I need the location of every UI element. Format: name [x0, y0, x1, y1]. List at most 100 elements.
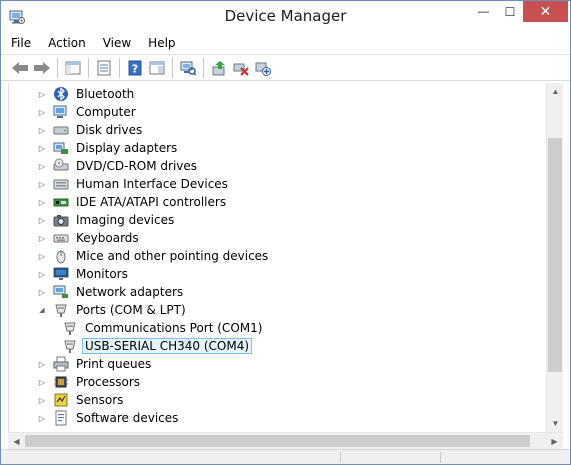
- tree-child-item[interactable]: USB-SERIAL CH340 (COM4): [56, 337, 253, 355]
- tree-category-item[interactable]: ◢ Ports (COM & LPT): [37, 301, 189, 319]
- tree-item-label: Network adapters: [76, 285, 184, 299]
- horizontal-scrollbar[interactable]: ◀ ▶: [8, 432, 563, 449]
- collapsed-arrow-icon[interactable]: ▷: [37, 85, 47, 103]
- display-adapter-icon: [53, 140, 69, 156]
- port-icon: [53, 302, 69, 318]
- scroll-left-icon[interactable]: ◀: [8, 433, 25, 450]
- scan-hardware-button[interactable]: [177, 57, 199, 79]
- menu-view[interactable]: View: [93, 36, 138, 50]
- bluetooth-icon: [53, 86, 69, 102]
- monitor-icon: [53, 266, 69, 282]
- tree-child-item[interactable]: Communications Port (COM1): [56, 319, 265, 337]
- update-driver-button[interactable]: [208, 57, 230, 79]
- show-hidden-icon: [149, 61, 165, 74]
- tree-category-item[interactable]: ▷ Software devices: [37, 409, 181, 427]
- tree-category-item[interactable]: ▷ Human Interface Devices: [37, 175, 231, 193]
- vertical-scrollbar[interactable]: ▲ ▼: [546, 83, 563, 432]
- collapsed-arrow-icon[interactable]: ▷: [37, 193, 47, 211]
- tree-item-label: Disk drives: [76, 123, 143, 137]
- collapsed-arrow-icon[interactable]: ▷: [37, 157, 47, 175]
- port-icon: [62, 320, 78, 336]
- tree-category-item[interactable]: ▷ Processors: [37, 373, 143, 391]
- collapsed-arrow-icon[interactable]: ▷: [37, 373, 47, 391]
- disk-drive-icon: [53, 122, 69, 138]
- sensor-icon: [53, 392, 69, 408]
- horizontal-scroll-thumb[interactable]: [25, 435, 530, 447]
- properties-sheet-icon: [65, 61, 81, 74]
- add-hardware-icon: [255, 62, 271, 76]
- menu-help[interactable]: Help: [138, 36, 182, 50]
- back-arrow-icon: [12, 61, 28, 74]
- help-button[interactable]: ?: [124, 57, 146, 79]
- add-hardware-button[interactable]: [252, 57, 274, 79]
- title-bar[interactable]: Device Manager — ☐ ✕: [1, 1, 570, 32]
- collapsed-arrow-icon[interactable]: ▷: [37, 103, 47, 121]
- tree-category-item[interactable]: ▷ Bluetooth: [37, 85, 137, 103]
- show-hidden-button[interactable]: [146, 57, 168, 79]
- scroll-right-icon[interactable]: ▶: [546, 433, 563, 450]
- back-button[interactable]: [9, 57, 31, 79]
- tree-item-label: Bluetooth: [76, 87, 135, 101]
- console-tree-button[interactable]: [62, 57, 84, 79]
- scroll-up-icon[interactable]: ▲: [547, 83, 564, 100]
- help-icon: ?: [128, 60, 142, 75]
- processor-icon: [53, 374, 69, 390]
- tree-category-item[interactable]: ▷ Monitors: [37, 265, 131, 283]
- tree-item-label: Communications Port (COM1): [85, 321, 263, 335]
- collapsed-arrow-icon[interactable]: ▷: [37, 121, 47, 139]
- tree-category-item[interactable]: ▷ Sensors: [37, 391, 126, 409]
- close-icon: ✕: [539, 3, 552, 19]
- tree-item-label: IDE ATA/ATAPI controllers: [76, 195, 227, 209]
- menu-action[interactable]: Action: [38, 36, 93, 50]
- collapsed-arrow-icon[interactable]: ▷: [37, 175, 47, 193]
- close-button[interactable]: ✕: [523, 1, 568, 22]
- scroll-down-icon[interactable]: ▼: [547, 415, 564, 432]
- collapsed-arrow-icon[interactable]: ▷: [37, 283, 47, 301]
- properties-button[interactable]: [93, 57, 115, 79]
- tree-category-item[interactable]: ▷ Computer: [37, 103, 139, 121]
- collapsed-arrow-icon[interactable]: ▷: [37, 247, 47, 265]
- toolbar-separator: [119, 57, 120, 78]
- status-segment: [1, 452, 341, 463]
- list-view-icon: [97, 60, 111, 75]
- tree-category-item[interactable]: ▷ Display adapters: [37, 139, 180, 157]
- collapsed-arrow-icon[interactable]: ▷: [37, 355, 47, 373]
- computer-icon: [53, 104, 69, 120]
- toolbar-separator: [203, 57, 204, 78]
- menu-file[interactable]: File: [1, 36, 38, 50]
- collapsed-arrow-icon[interactable]: ▷: [37, 391, 47, 409]
- collapsed-arrow-icon[interactable]: ▷: [37, 139, 47, 157]
- tree-item-label: Ports (COM & LPT): [76, 303, 186, 317]
- toolbar-separator: [57, 57, 58, 78]
- tree-item-label: Software devices: [76, 411, 179, 425]
- collapsed-arrow-icon[interactable]: ▷: [37, 265, 47, 283]
- device-tree[interactable]: ▷ Bluetooth ▷ Computer ▷ Disk drives ▷ Display …: [8, 83, 547, 432]
- tree-item-label: USB-SERIAL CH340 (COM4): [82, 338, 253, 354]
- tree-category-item[interactable]: ▷ Print queues: [37, 355, 154, 373]
- collapsed-arrow-icon[interactable]: ▷: [37, 229, 47, 247]
- toolbar-separator: [172, 57, 173, 78]
- tree-category-item[interactable]: ▷ Imaging devices: [37, 211, 177, 229]
- tree-category-item[interactable]: ▷ Network adapters: [37, 283, 186, 301]
- tree-category-item[interactable]: ▷ Disk drives: [37, 121, 145, 139]
- printer-icon: [53, 356, 69, 372]
- status-bar: [1, 449, 570, 464]
- software-device-icon: [53, 410, 69, 426]
- forward-button[interactable]: [31, 57, 53, 79]
- tree-item-label: Sensors: [76, 393, 124, 407]
- tree-category-item[interactable]: ▷ DVD/CD-ROM drives: [37, 157, 200, 175]
- minimize-button[interactable]: —: [470, 1, 497, 22]
- update-driver-icon: [212, 60, 225, 75]
- collapsed-arrow-icon[interactable]: ▷: [37, 211, 47, 229]
- tree-item-label: Keyboards: [76, 231, 139, 245]
- device-manager-window: Device Manager — ☐ ✕ File Action View He…: [0, 0, 571, 465]
- tree-item-label: Print queues: [76, 357, 152, 371]
- tree-category-item[interactable]: ▷ Keyboards: [37, 229, 142, 247]
- uninstall-device-button[interactable]: [230, 57, 252, 79]
- vertical-scroll-thumb[interactable]: [548, 138, 562, 372]
- collapsed-arrow-icon[interactable]: ▷: [37, 409, 47, 427]
- tree-category-item[interactable]: ▷ IDE ATA/ATAPI controllers: [37, 193, 229, 211]
- maximize-button[interactable]: ☐: [497, 1, 523, 22]
- tree-category-item[interactable]: ▷ Mice and other pointing devices: [37, 247, 271, 265]
- expanded-arrow-icon[interactable]: ◢: [37, 301, 47, 319]
